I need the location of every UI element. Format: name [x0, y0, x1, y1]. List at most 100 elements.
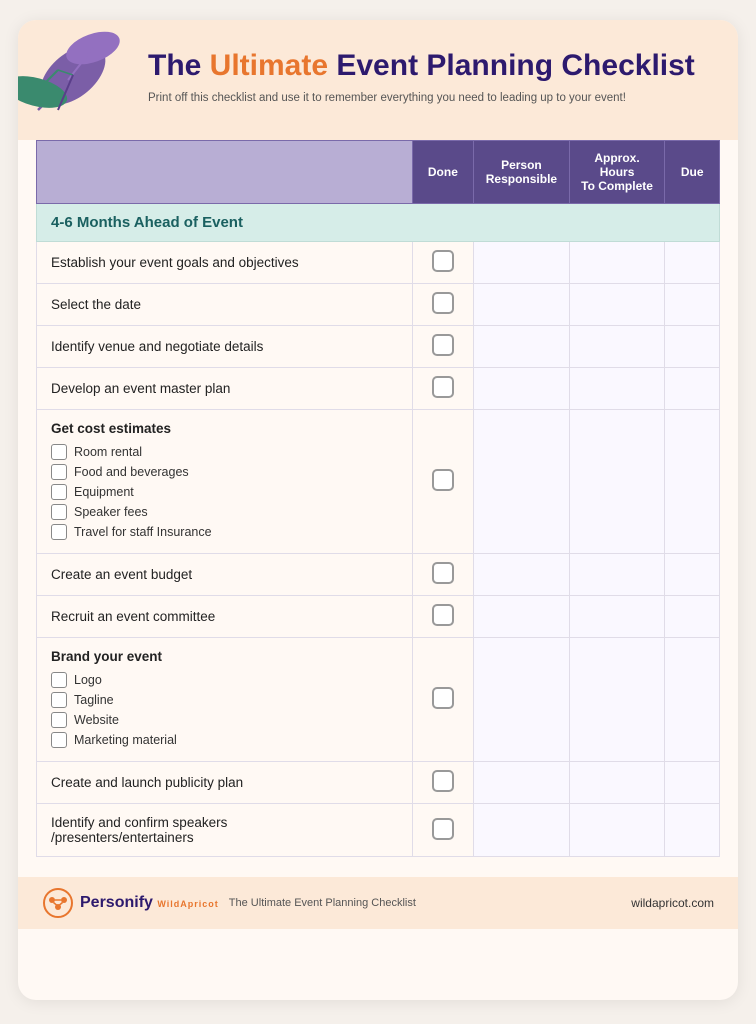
sub-checkbox[interactable] — [51, 444, 67, 460]
done-checkbox[interactable] — [412, 804, 473, 857]
col-person: PersonResponsible — [474, 141, 570, 204]
person-cell — [474, 762, 570, 804]
due-cell — [665, 554, 720, 596]
footer-logo: Personify WildApricot — [42, 887, 219, 919]
sub-checkbox[interactable] — [51, 672, 67, 688]
hours-cell — [569, 596, 665, 638]
table-row: Brand your event Logo Tagline Website Ma… — [37, 638, 720, 762]
person-cell — [474, 326, 570, 368]
table-row: Select the date — [37, 284, 720, 326]
hours-cell — [569, 762, 665, 804]
footer-url: wildapricot.com — [631, 896, 714, 910]
table-row: Create an event budget — [37, 554, 720, 596]
due-cell — [665, 410, 720, 554]
footer-brand-block: Personify WildApricot — [80, 894, 219, 912]
col-hours: Approx. HoursTo Complete — [569, 141, 665, 204]
sub-item: Speaker fees — [51, 502, 398, 522]
person-cell — [474, 368, 570, 410]
person-cell — [474, 410, 570, 554]
due-cell — [665, 596, 720, 638]
task-label: Identify venue and negotiate details — [37, 326, 413, 368]
due-cell — [665, 804, 720, 857]
sub-checkbox[interactable] — [51, 732, 67, 748]
person-cell — [474, 284, 570, 326]
sub-item: Tagline — [51, 690, 398, 710]
task-cell-with-sub: Get cost estimates Room rental Food and … — [37, 410, 413, 554]
table-row: Develop an event master plan — [37, 368, 720, 410]
done-checkbox[interactable] — [412, 554, 473, 596]
footer-left: Personify WildApricot The Ultimate Event… — [42, 887, 416, 919]
sub-item: Equipment — [51, 482, 398, 502]
section-header-row: 4-6 Months Ahead of Event — [37, 204, 720, 242]
task-cell-with-sub: Brand your event Logo Tagline Website Ma… — [37, 638, 413, 762]
task-label: Create and launch publicity plan — [37, 762, 413, 804]
person-cell — [474, 242, 570, 284]
done-checkbox[interactable] — [412, 762, 473, 804]
hours-cell — [569, 326, 665, 368]
table-row: Establish your event goals and objective… — [37, 242, 720, 284]
leaf-decoration — [18, 20, 148, 140]
task-label: Identify and confirm speakers/presenters… — [37, 804, 413, 857]
sub-checkbox[interactable] — [51, 484, 67, 500]
task-label: Create an event budget — [37, 554, 413, 596]
person-cell — [474, 596, 570, 638]
header: The Ultimate Event Planning Checklist Pr… — [18, 20, 738, 140]
footer-doc-title: The Ultimate Event Planning Checklist — [229, 897, 416, 909]
sub-item: Logo — [51, 670, 398, 690]
done-checkbox[interactable] — [412, 638, 473, 762]
due-cell — [665, 638, 720, 762]
person-cell — [474, 804, 570, 857]
hours-cell — [569, 368, 665, 410]
hours-cell — [569, 242, 665, 284]
due-cell — [665, 326, 720, 368]
due-cell — [665, 368, 720, 410]
checklist-table: Done PersonResponsible Approx. HoursTo C… — [36, 140, 720, 857]
done-checkbox[interactable] — [412, 368, 473, 410]
sub-checkbox[interactable] — [51, 712, 67, 728]
table-row: Get cost estimates Room rental Food and … — [37, 410, 720, 554]
sub-checkbox[interactable] — [51, 504, 67, 520]
due-cell — [665, 762, 720, 804]
personify-logo-icon — [42, 887, 74, 919]
done-checkbox[interactable] — [412, 596, 473, 638]
done-checkbox[interactable] — [412, 410, 473, 554]
task-label: Select the date — [37, 284, 413, 326]
sub-checkbox[interactable] — [51, 524, 67, 540]
main-task-label: Brand your event — [51, 649, 398, 664]
done-checkbox[interactable] — [412, 326, 473, 368]
sub-item: Room rental — [51, 442, 398, 462]
sub-item: Website — [51, 710, 398, 730]
sub-checkbox[interactable] — [51, 692, 67, 708]
sub-item: Travel for staff Insurance — [51, 522, 398, 542]
main-task-label: Get cost estimates — [51, 421, 398, 436]
due-cell — [665, 242, 720, 284]
header-title: The Ultimate Event Planning Checklist — [148, 48, 698, 84]
table-row: Create and launch publicity plan — [37, 762, 720, 804]
sub-item: Marketing material — [51, 730, 398, 750]
column-header-row: Done PersonResponsible Approx. HoursTo C… — [37, 141, 720, 204]
done-checkbox[interactable] — [412, 242, 473, 284]
col-task — [37, 141, 413, 204]
page-container: The Ultimate Event Planning Checklist Pr… — [18, 20, 738, 1000]
sub-checkbox[interactable] — [51, 464, 67, 480]
task-label: Recruit an event committee — [37, 596, 413, 638]
hours-cell — [569, 804, 665, 857]
table-row: Identify venue and negotiate details — [37, 326, 720, 368]
table-row: Recruit an event committee — [37, 596, 720, 638]
task-label: Develop an event master plan — [37, 368, 413, 410]
due-cell — [665, 284, 720, 326]
footer-brand-name: Personify — [80, 894, 153, 911]
task-label: Establish your event goals and objective… — [37, 242, 413, 284]
section-header-label: 4-6 Months Ahead of Event — [37, 204, 720, 242]
footer: Personify WildApricot The Ultimate Event… — [18, 877, 738, 929]
footer-brand-sub: WildApricot — [157, 899, 218, 909]
person-cell — [474, 554, 570, 596]
hours-cell — [569, 638, 665, 762]
done-checkbox[interactable] — [412, 284, 473, 326]
col-done: Done — [412, 141, 473, 204]
checklist-container: Done PersonResponsible Approx. HoursTo C… — [18, 140, 738, 875]
hours-cell — [569, 410, 665, 554]
table-row: Identify and confirm speakers/presenters… — [37, 804, 720, 857]
header-subtitle: Print off this checklist and use it to r… — [148, 92, 698, 104]
hours-cell — [569, 554, 665, 596]
